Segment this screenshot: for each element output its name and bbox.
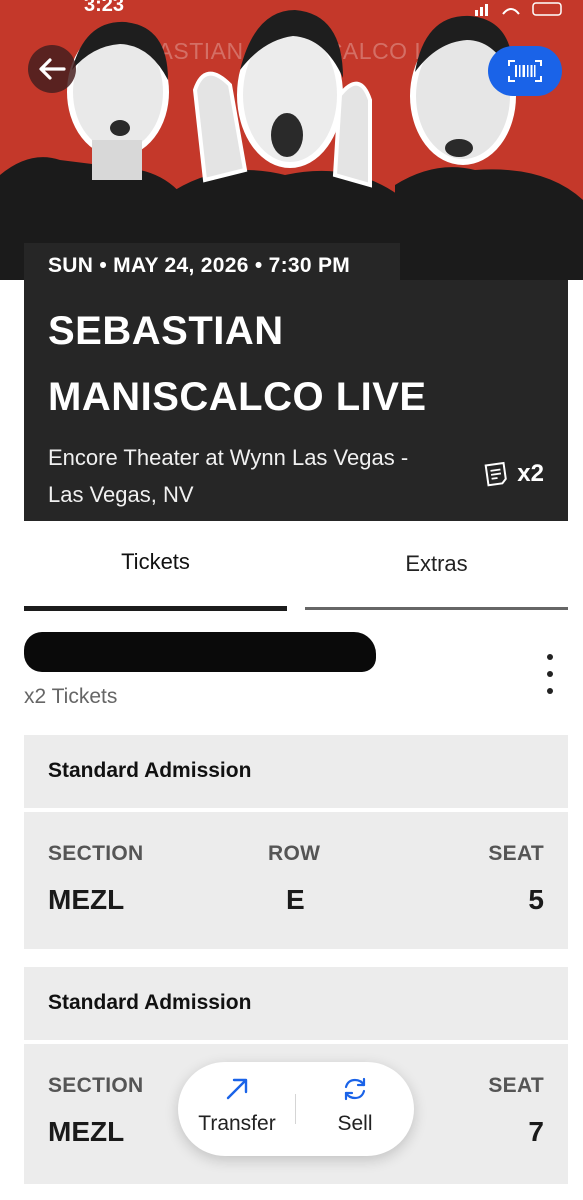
section-label: SECTION — [48, 1074, 144, 1097]
status-bar-time: 3:23 — [84, 0, 125, 16]
seat-label: SEAT — [488, 1074, 544, 1097]
event-title-line1: SEBASTIAN — [48, 309, 284, 353]
section-label: SECTION — [48, 842, 144, 865]
performer-photo-center — [175, 10, 405, 280]
ticket-tabs: Tickets Extras — [24, 535, 568, 611]
transfer-button[interactable]: Transfer — [178, 1062, 296, 1156]
performer-photo-right — [395, 15, 583, 280]
section-value: MEZL — [48, 1116, 125, 1147]
sell-label: Sell — [337, 1112, 373, 1135]
section-value: MEZL — [48, 884, 125, 915]
venue-line1: Encore Theater at Wynn Las Vegas - — [48, 445, 409, 470]
event-title: SEBASTIAN MANISCALCO LIVE — [48, 298, 488, 430]
event-venue: Encore Theater at Wynn Las Vegas - Las V… — [48, 439, 468, 513]
ticket-count-badge: x2 — [483, 460, 544, 488]
seat-info-panel[interactable]: SECTION MEZL ROW E SEAT 5 — [24, 812, 568, 949]
more-options-button[interactable] — [536, 654, 564, 694]
seat-value: 7 — [528, 1116, 544, 1147]
transfer-arrow-icon — [226, 1078, 248, 1100]
performer-photo-left — [0, 21, 200, 280]
tab-active-indicator — [24, 606, 287, 611]
ticket-action-bar: Transfer Sell — [178, 1062, 414, 1156]
sell-cycle-icon — [344, 1077, 366, 1101]
row-value: E — [286, 884, 305, 915]
kebab-menu-icon — [547, 654, 553, 660]
event-hero-image: SEBASTIAN MANISCALCO LIVE 3:23 — [0, 0, 583, 280]
seat-label: SEAT — [488, 842, 544, 865]
ticket-holder-name-redacted — [24, 632, 376, 672]
admission-type-header: Standard Admission — [24, 735, 568, 808]
seat-value: 5 — [528, 884, 544, 915]
arrow-left-icon — [39, 58, 66, 80]
signal-icon — [475, 2, 562, 16]
ticket-stack-icon — [484, 461, 508, 487]
event-info-card: SEBASTIAN MANISCALCO LIVE Encore Theater… — [24, 280, 568, 521]
tab-extras[interactable]: Extras — [305, 535, 568, 611]
ticket-quantity: x2 Tickets — [24, 685, 118, 708]
barcode-view-button[interactable] — [488, 46, 562, 96]
event-title-line2: MANISCALCO LIVE — [48, 375, 427, 419]
ticket-count-value: x2 — [517, 460, 544, 487]
row-label: ROW — [268, 842, 321, 865]
tab-tickets[interactable]: Tickets — [24, 535, 287, 611]
sell-button[interactable]: Sell — [296, 1062, 414, 1156]
transfer-label: Transfer — [198, 1112, 276, 1135]
barcode-scan-icon — [508, 60, 542, 82]
venue-line2: Las Vegas, NV — [48, 482, 194, 507]
event-datetime: SUN • MAY 24, 2026 • 7:30 PM — [24, 243, 400, 283]
status-bar-icons — [475, 2, 565, 19]
tab-inactive-indicator — [305, 607, 568, 610]
back-button[interactable] — [28, 45, 76, 93]
admission-type-header: Standard Admission — [24, 967, 568, 1040]
